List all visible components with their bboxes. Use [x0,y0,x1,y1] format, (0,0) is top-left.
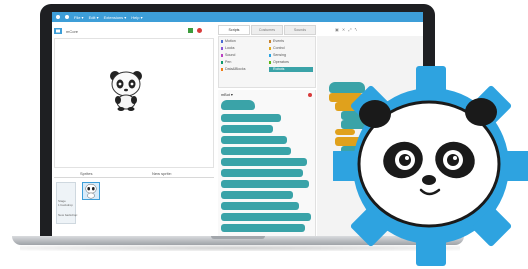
block-palette: mBot ▾ [218,90,316,236]
green-flag-icon[interactable] [188,28,193,33]
stage-header: mCore [54,25,214,37]
palette-block-5[interactable] [221,158,307,166]
category-control[interactable]: Control [269,46,309,51]
editor-tabs: Scripts Costumes Sounds [218,25,316,35]
palette-block-9[interactable] [221,202,299,210]
palette-block-7[interactable] [221,180,309,188]
app-logo-icon [56,15,60,19]
category-sensing[interactable]: Sensing [269,53,309,58]
stamp-icon[interactable]: ▣ [335,27,340,32]
laptop-notch [211,236,265,239]
palette-section-mbot[interactable]: mBot ▾ [221,92,233,97]
status-dot-icon [308,93,312,97]
category-motion[interactable]: Motion [221,39,261,44]
palette-block-6[interactable] [221,169,303,177]
menu-bar: File ▾ Edit ▾ Extensions ▾ Help ▾ [52,12,423,22]
new-backdrop-label: New backdrop: [58,213,79,217]
palette-block-10[interactable] [221,213,311,221]
category-sound[interactable]: Sound [221,53,261,58]
panda-sprite[interactable] [107,69,145,111]
grow-icon[interactable]: ⤢ [348,27,352,32]
project-title[interactable]: mCore [66,29,78,34]
palette-block-11[interactable] [221,224,305,232]
tab-sounds[interactable]: Sounds [284,25,316,35]
cut-icon[interactable]: ✕ [342,27,346,32]
palette-block-4[interactable] [221,147,291,155]
new-sprite-label: New sprite: [152,171,173,176]
sprite-thumbnail-panda[interactable] [82,182,100,200]
gear-panda-icon [333,66,528,266]
category-robots[interactable]: Robots [269,67,313,72]
palette-block-hat[interactable] [221,100,255,110]
category-looks[interactable]: Looks [221,46,261,51]
stage-thumbnail[interactable]: Stage 1 backdrop New backdrop: [56,182,79,224]
category-operators[interactable]: Operators [269,60,309,65]
stage-thumb-label: Stage 1 backdrop [58,199,73,207]
tab-costumes[interactable]: Costumes [251,25,283,35]
palette-block-1[interactable] [221,114,281,122]
palette-block-3[interactable] [221,136,287,144]
sprites-header: Sprites New sprite: [54,170,214,178]
menu-help[interactable]: Help ▾ [131,15,142,20]
palette-block-8[interactable] [221,191,293,199]
product-illustration: File ▾ Edit ▾ Extensions ▾ Help ▾ mCore [0,0,528,269]
stop-icon[interactable] [197,28,202,33]
category-data[interactable]: Data&Blocks [221,67,261,72]
palette-block-2[interactable] [221,125,273,133]
sprites-label: Sprites [80,171,93,176]
stage-canvas[interactable] [54,38,214,168]
menu-edit[interactable]: Edit ▾ [89,15,99,20]
menu-file[interactable]: File ▾ [74,15,84,20]
block-categories: Motion Looks Sound Pen Data&Blocks Event… [218,36,316,88]
category-pen[interactable]: Pen [221,60,261,65]
category-events[interactable]: Events [269,39,309,44]
tab-scripts[interactable]: Scripts [218,25,250,35]
panda-thumb-icon [85,183,97,199]
stage-mode-icon[interactable] [54,28,62,34]
shrink-icon[interactable]: ⤣ [355,27,358,32]
globe-icon[interactable] [65,15,69,19]
menu-extensions[interactable]: Extensions ▾ [104,15,127,20]
script-toolbar: ▣ ✕ ⤢ ⤣ [335,27,358,32]
